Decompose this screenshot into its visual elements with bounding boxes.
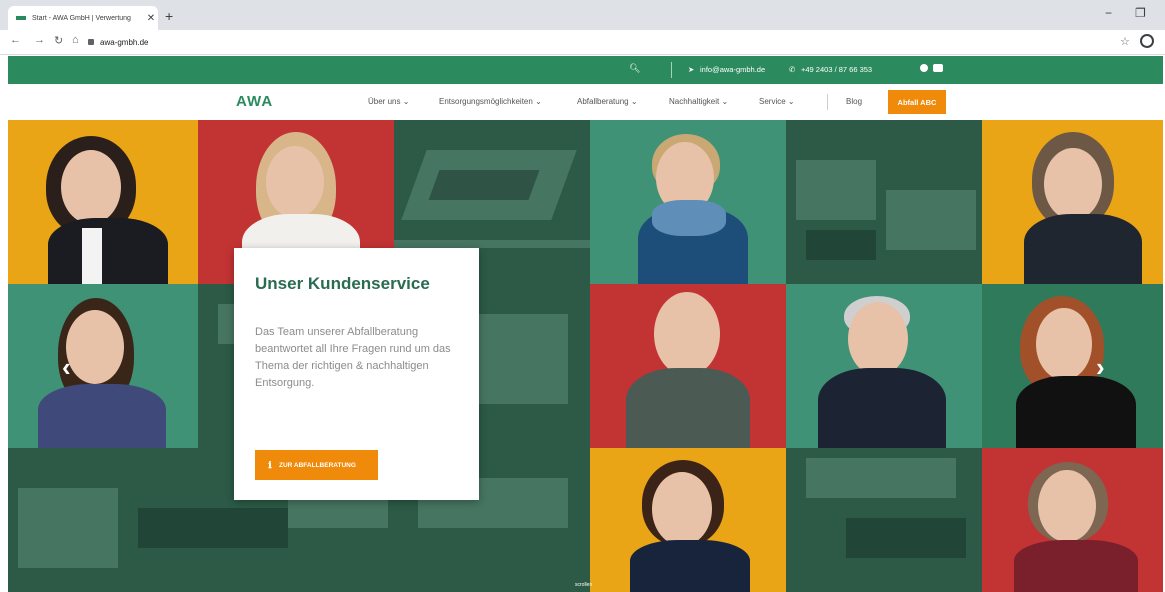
nav-divider <box>827 94 828 110</box>
phone-icon: ✆ <box>789 65 796 74</box>
search-icon[interactable]: 🔍︎ <box>629 63 640 74</box>
kundenservice-card: Unser Kundenservice Das Team unserer Abf… <box>234 248 479 500</box>
bookmark-star-icon[interactable]: ☆ <box>1120 35 1130 48</box>
card-text: Das Team unserer Abfallberatung beantwor… <box>255 326 451 389</box>
tab-close-icon[interactable]: ✕ <box>144 13 158 24</box>
browser-tabbar: Start - AWA GmbH | Verwertung ✕ + − ❐ <box>0 0 1165 30</box>
phone-link[interactable]: +49 2403 / 87 66 353 <box>801 65 872 74</box>
facebook-icon[interactable] <box>920 64 928 72</box>
url-text: awa-gmbh.de <box>100 37 149 47</box>
profile-icon[interactable] <box>1140 34 1154 48</box>
home-icon[interactable]: ⌂ <box>72 34 79 46</box>
nav-label: Abfallberatung <box>577 97 629 106</box>
chevron-down-icon: ⌄ <box>402 97 410 106</box>
nav-label: Über uns <box>368 97 401 106</box>
team-photo <box>8 120 198 284</box>
restore-button[interactable]: ❐ <box>1135 6 1146 20</box>
awa-logo[interactable]: AWA <box>236 93 273 110</box>
nav-label: Service <box>759 97 786 106</box>
youtube-icon[interactable] <box>933 64 943 72</box>
info-icon: ℹ <box>268 459 272 470</box>
abfall-abc-button[interactable]: Abfall ABC <box>888 90 946 114</box>
abfallberatung-button[interactable]: ℹ ZUR ABFALLBERATUNG <box>255 450 378 480</box>
nav-item-blog[interactable]: Blog <box>846 97 862 106</box>
back-icon[interactable]: ← <box>10 34 21 46</box>
hero-team-grid <box>8 120 1163 592</box>
nav-item-nachhaltigkeit[interactable]: Nachhaltigkeit ⌄ <box>669 97 728 106</box>
lock-icon <box>88 39 94 45</box>
nav-item-entsorgung[interactable]: Entsorgungsmöglichkeiten ⌄ <box>439 97 542 106</box>
chevron-down-icon: ⌄ <box>787 97 795 106</box>
contact-topbar: 🔍︎ ➤ info@awa-gmbh.de ✆ +49 2403 / 87 66… <box>8 56 1163 84</box>
team-photo <box>8 284 198 448</box>
new-tab-button[interactable]: + <box>165 8 173 24</box>
browser-toolbar: ← → ↻ ⌂ awa-gmbh.de ☆ <box>0 30 1165 55</box>
slider-next-arrow-icon[interactable]: › <box>1096 352 1105 383</box>
favicon-icon <box>16 16 26 20</box>
nav-item-service[interactable]: Service ⌄ <box>759 97 795 106</box>
team-photo <box>590 448 786 592</box>
team-photo <box>590 120 786 284</box>
nav-label: Nachhaltigkeit <box>669 97 720 106</box>
chevron-down-icon: ⌄ <box>535 97 542 106</box>
reload-icon[interactable]: ↻ <box>54 34 63 47</box>
nav-item-ueber-uns[interactable]: Über uns ⌄ <box>368 97 409 106</box>
cta-label: ZUR ABFALLBERATUNG <box>279 461 356 469</box>
team-photo <box>982 284 1163 448</box>
card-heading: Unser Kundenservice <box>255 274 430 293</box>
main-navigation: AWA Über uns ⌄ Entsorgungsmöglichkeiten … <box>8 84 1163 121</box>
send-icon: ➤ <box>688 65 695 74</box>
forward-icon[interactable]: → <box>34 34 45 46</box>
nav-item-abfallberatung[interactable]: Abfallberatung ⌄ <box>577 97 638 106</box>
team-photo <box>590 284 786 448</box>
team-photo <box>786 284 982 448</box>
logo-text: AWA <box>236 93 274 110</box>
chevron-down-icon: ⌄ <box>721 97 729 106</box>
address-bar[interactable]: awa-gmbh.de <box>88 34 1098 50</box>
chevron-down-icon: ⌄ <box>630 97 638 106</box>
aerial-photo <box>786 448 982 592</box>
email-link[interactable]: info@awa-gmbh.de <box>700 65 765 74</box>
browser-tab[interactable]: Start - AWA GmbH | Verwertung ✕ <box>8 6 158 30</box>
team-photo <box>982 448 1163 592</box>
topbar-divider <box>671 62 672 78</box>
nav-label: Entsorgungsmöglichkeiten <box>439 97 533 106</box>
scroll-hint[interactable]: scrollen <box>575 582 592 588</box>
tab-title: Start - AWA GmbH | Verwertung <box>32 14 131 22</box>
slider-prev-arrow-icon[interactable]: ‹ <box>62 352 71 383</box>
team-photo <box>982 120 1163 284</box>
aerial-photo <box>786 120 982 284</box>
minimize-button[interactable]: − <box>1105 6 1112 20</box>
